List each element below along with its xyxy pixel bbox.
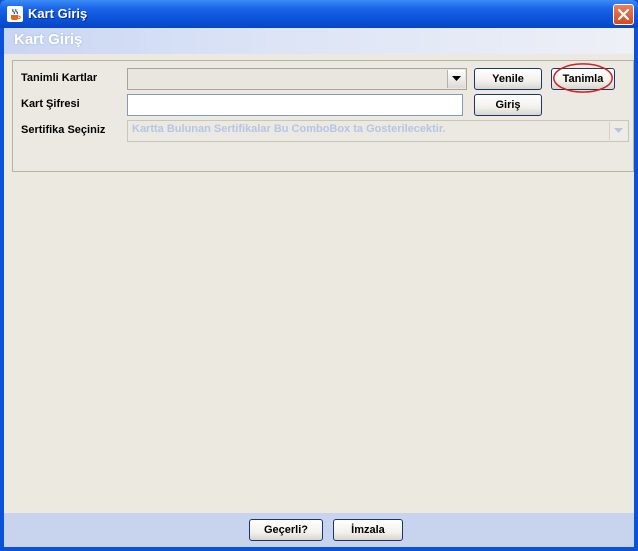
tanimli-kartlar-label: Tanimli Kartlar bbox=[21, 72, 98, 84]
imzala-button[interactable]: İmzala bbox=[333, 519, 403, 541]
sertifika-combobox-text: Kartta Bulunan Sertifikalar Bu ComboBox … bbox=[132, 123, 446, 135]
header-band: Kart Giriş bbox=[4, 28, 634, 54]
yenile-button[interactable]: Yenile bbox=[474, 68, 542, 90]
highlight-ellipse-annotation bbox=[553, 63, 613, 93]
kart-sifresi-input[interactable] bbox=[127, 94, 463, 116]
sertifika-combobox: Kartta Bulunan Sertifikalar Bu ComboBox … bbox=[127, 120, 629, 142]
giris-button[interactable]: Giriş bbox=[474, 94, 542, 116]
application-window: Kart Giriş Kart Giriş Tanimli Kartlar Ye… bbox=[0, 0, 638, 551]
page-title: Kart Giriş bbox=[14, 31, 83, 48]
combobox-dropdown-button[interactable] bbox=[447, 70, 465, 88]
close-button[interactable] bbox=[613, 4, 634, 25]
combobox-dropdown-button-disabled bbox=[609, 122, 627, 140]
dialog-content: Kart Giriş Tanimli Kartlar Yenile Taniml… bbox=[4, 28, 634, 547]
sertifika-label: Sertifika Seçiniz bbox=[21, 124, 106, 136]
chevron-down-icon bbox=[452, 76, 461, 81]
title-bar[interactable]: Kart Giriş bbox=[0, 0, 638, 28]
kart-sifresi-label: Kart Şifresi bbox=[21, 98, 80, 110]
window-title: Kart Giriş bbox=[28, 6, 88, 21]
close-icon bbox=[617, 8, 630, 21]
bottom-button-bar: Geçerli? İmzala bbox=[4, 513, 634, 547]
chevron-down-icon bbox=[614, 128, 623, 133]
tanimli-kartlar-combobox[interactable] bbox=[127, 68, 467, 90]
gecerli-button[interactable]: Geçerli? bbox=[249, 519, 323, 541]
java-cup-icon bbox=[7, 6, 23, 22]
